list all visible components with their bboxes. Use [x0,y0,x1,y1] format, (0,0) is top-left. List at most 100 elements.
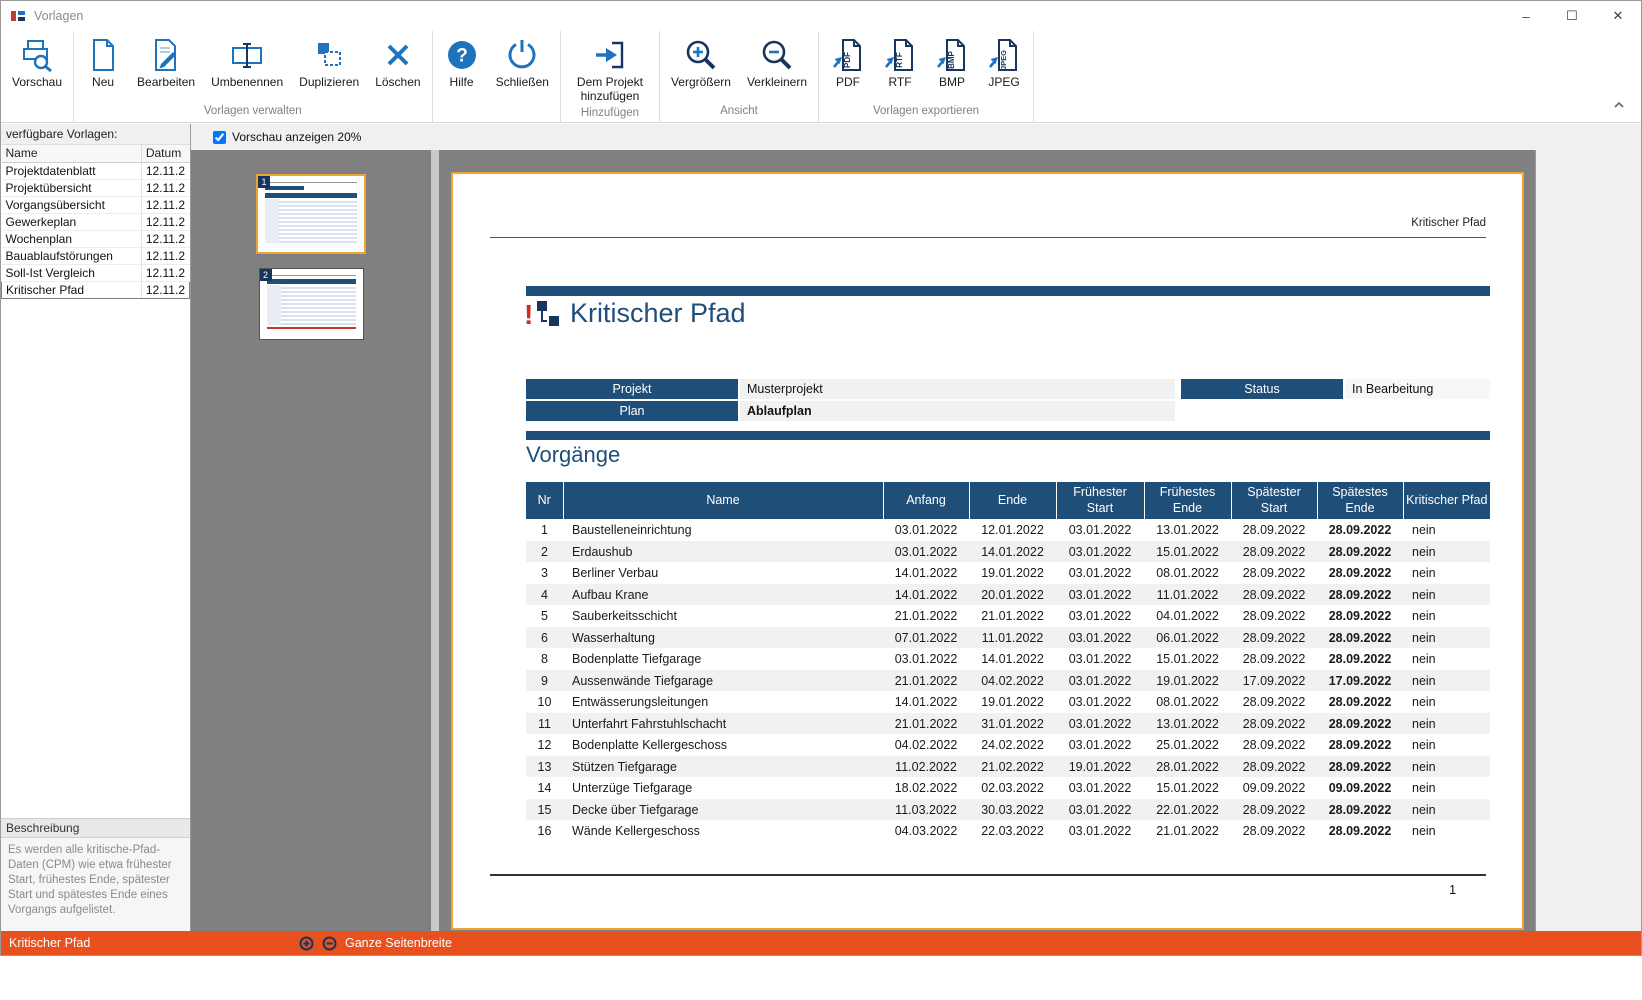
vorschau-button[interactable]: Vorschau [4,34,70,93]
page-header-rule [490,237,1486,238]
cell-spaetester-start: 28.09.2022 [1242,630,1306,645]
schliessen-button[interactable]: Schließen [488,34,557,93]
ribbon-collapse-button[interactable] [1609,98,1629,112]
report-table-row: 8 Bodenplatte Tiefgarage 03.01.2022 14.0… [526,648,1490,670]
duplicate-icon [311,37,347,73]
cell-spaetestes-ende: 28.09.2022 [1328,566,1392,580]
thumbnail-2-preview [266,274,356,333]
template-datum: 12.11.2 [140,247,190,265]
report-table-row: 12 Bodenplatte Kellergeschoss 04.02.2022… [526,734,1490,756]
template-list-item[interactable]: Bauablaufstörungen 12.11.2 [1,247,190,265]
projekt-hinzufuegen-button[interactable]: Dem Projekt hinzufügen [564,34,656,107]
template-list-item[interactable]: Projektübersicht 12.11.2 [1,179,190,197]
cell-anfang: 14.01.2022 [894,566,958,580]
cell-ende: 19.01.2022 [981,695,1044,709]
vergroessern-button[interactable]: Vergrößern [663,34,739,93]
template-name: Bauablaufstörungen [1,247,142,265]
cell-spaetester-start: 28.09.2022 [1242,695,1306,709]
export-bmp-label: BMP [939,75,966,89]
cell-spaetester-start: 28.09.2022 [1242,609,1306,623]
template-datum: 12.11.2 [140,213,190,231]
cell-spaetester-start: 28.09.2022 [1242,802,1306,817]
report-table: Nr Name Anfang Ende Frühester Start Früh… [526,482,1490,842]
cell-kritischer-pfad: nein [1412,587,1436,602]
cell-spaetester-start: 28.09.2022 [1242,587,1306,602]
loeschen-button[interactable]: Löschen [367,34,428,93]
cell-nr: 1 [541,523,548,537]
projekt-label-cell: Projekt [526,379,738,399]
neu-button[interactable]: Neu [77,34,129,93]
minimize-button[interactable]: – [1503,1,1549,31]
vorschau-label: Vorschau [12,75,63,89]
cell-name: Wände Kellergeschoss [572,824,700,838]
svg-text:?: ? [456,46,468,67]
cell-fruehester-start: 03.01.2022 [1068,544,1132,559]
template-list-item[interactable]: Vorgangsübersicht 12.11.2 [1,196,190,214]
template-list-item[interactable]: Gewerkeplan 12.11.2 [1,213,190,231]
page-thumbnail-1[interactable]: 1 [256,174,366,254]
group-label-exportieren: Vorlagen exportieren [872,105,980,117]
description-header: Beschreibung [1,818,190,838]
cell-kritischer-pfad: nein [1412,673,1436,688]
duplizieren-button[interactable]: Duplizieren [291,34,367,93]
template-list-col-datum[interactable]: Datum [141,145,190,163]
verkleinern-button[interactable]: Verkleinern [739,34,815,93]
show-preview-checkbox[interactable] [213,130,226,144]
cell-kritischer-pfad: nein [1412,630,1436,645]
cell-nr: 16 [537,824,552,838]
cell-name: Stützen Tiefgarage [572,759,677,774]
cell-anfang: 03.01.2022 [894,652,958,666]
zoom-out-circle-icon [322,936,337,950]
page-thumbnail-2[interactable]: 2 [258,268,364,340]
cell-fruehestes-ende: 08.01.2022 [1156,566,1219,580]
export-pdf-button[interactable]: PDF PDF [822,34,874,93]
report-column-header: Spätester Start [1230,482,1317,520]
template-name: Projektübersicht [1,179,142,197]
statusbar-zoom-in-button[interactable] [299,936,314,951]
group-label-verwalten: Vorlagen verwalten [203,105,302,117]
thumbnail-splitter[interactable] [431,150,439,931]
cell-nr: 15 [537,802,552,817]
cell-anfang: 14.01.2022 [894,695,958,709]
cell-kritischer-pfad: nein [1412,523,1436,537]
report-column-header: Spätestes Ende [1316,482,1403,520]
cell-ende: 19.01.2022 [981,566,1044,580]
umbenennen-button[interactable]: Umbenennen [203,34,291,93]
ribbon: Vorschau Neu Bearbeiten Umbenennen Dupli… [1,31,1641,123]
cell-fruehestes-ende: 21.01.2022 [1156,824,1219,838]
cell-spaetestes-ende: 28.09.2022 [1328,824,1392,838]
cell-fruehester-start: 03.01.2022 [1068,523,1132,537]
export-bmp-button[interactable]: BMP BMP [926,34,978,93]
thumbnail-1-page-badge: 1 [258,176,270,188]
svg-text:BMP: BMP [947,50,956,68]
available-templates-header: verfügbare Vorlagen: [1,124,190,145]
cell-anfang: 04.02.2022 [894,738,958,752]
export-jpeg-button[interactable]: JPEG JPEG [978,34,1030,93]
bearbeiten-button[interactable]: Bearbeiten [129,34,203,93]
cell-nr: 2 [541,544,548,559]
cell-fruehestes-ende: 06.01.2022 [1156,630,1219,645]
cell-fruehester-start: 03.01.2022 [1068,630,1132,645]
cell-ende: 22.03.2022 [981,824,1044,838]
cell-anfang: 07.01.2022 [894,630,958,645]
cell-ende: 14.01.2022 [981,652,1044,666]
cell-fruehestes-ende: 15.01.2022 [1156,781,1219,795]
template-name: Gewerkeplan [1,213,142,231]
cell-fruehestes-ende: 22.01.2022 [1156,802,1219,817]
report-table-row: 13 Stützen Tiefgarage 11.02.2022 21.02.2… [526,755,1490,778]
template-list-item[interactable]: Projektdatenblatt 12.11.2 [1,162,190,180]
hilfe-button[interactable]: ? Hilfe [436,34,488,93]
cell-nr: 11 [538,716,551,731]
statusbar-zoom-out-button[interactable] [322,936,337,951]
export-rtf-button[interactable]: RTF RTF [874,34,926,93]
close-button[interactable]: ✕ [1595,1,1641,31]
report-column-header: Ende [968,482,1056,520]
page-number: 1 [1449,882,1457,897]
template-list-item[interactable]: Soll-Ist Vergleich 12.11.2 [1,264,190,282]
maximize-button[interactable]: ☐ [1549,1,1595,31]
template-list-col-name[interactable]: Name [1,145,142,163]
template-list-item[interactable]: Kritischer Pfad 12.11.2 [1,280,191,299]
template-list-item[interactable]: Wochenplan 12.11.2 [1,230,190,248]
schliessen-label: Schließen [495,75,549,89]
report-table-row: 9 Aussenwände Tiefgarage 21.01.2022 04.0… [526,669,1490,692]
